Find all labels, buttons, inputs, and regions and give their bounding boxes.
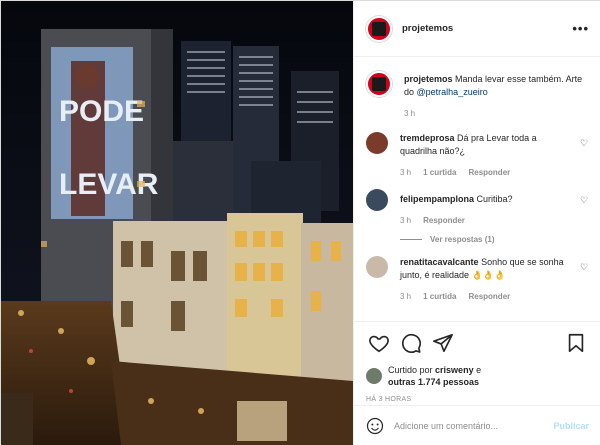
reply-button[interactable]: Responder: [468, 166, 510, 179]
comment-username[interactable]: felipempamplona: [400, 194, 474, 204]
comment-likes[interactable]: 1 curtida: [423, 290, 456, 303]
heart-outline-icon[interactable]: ♡: [579, 256, 589, 303]
caption: projetemos Manda levar esse também. Arte…: [366, 71, 589, 120]
avatar[interactable]: [366, 368, 382, 384]
liked-by-user[interactable]: crisweny: [435, 365, 474, 375]
caption-mention[interactable]: @petralha_zueiro: [417, 87, 488, 97]
comment-time[interactable]: 3 h: [400, 214, 411, 227]
night-city-photo: PODE LEVAR: [1, 1, 353, 445]
replies-divider: [400, 239, 422, 240]
comment-input[interactable]: [394, 420, 554, 431]
publish-button[interactable]: Publicar: [553, 421, 589, 431]
ellipsis-icon[interactable]: •••: [572, 21, 589, 36]
caption-username[interactable]: projetemos: [404, 74, 453, 84]
comments-list[interactable]: projetemos Manda levar esse também. Arte…: [354, 57, 600, 321]
bookmark-icon[interactable]: [563, 332, 589, 354]
reply-button[interactable]: Responder: [468, 290, 510, 303]
list-item: renatitacavalcante Sonho que se sonha ju…: [366, 256, 589, 303]
view-replies-label: Ver respostas (1): [430, 235, 495, 244]
liked-by-middle: e: [476, 365, 482, 375]
liked-by-others[interactable]: outras 1.774 pessoas: [388, 377, 479, 387]
action-bar: Curtido por crisweny e outras 1.774 pess…: [354, 321, 600, 403]
paper-plane-icon[interactable]: [430, 332, 456, 354]
post-header: projetemos •••: [354, 1, 600, 57]
comment-time[interactable]: 3 h: [400, 290, 411, 303]
comment-icon[interactable]: [398, 332, 424, 354]
post-timestamp[interactable]: HÁ 3 HORAS: [366, 396, 589, 403]
post-username[interactable]: projetemos: [402, 23, 572, 34]
comment-username[interactable]: tremdeprosa: [400, 133, 455, 143]
avatar[interactable]: [366, 15, 392, 42]
heart-outline-icon[interactable]: [366, 332, 392, 354]
caption-time[interactable]: 3 h: [404, 107, 415, 120]
post-dialog: PODE LEVAR projetemos ••• projetemos Man…: [0, 0, 600, 445]
comment-time[interactable]: 3 h: [400, 166, 411, 179]
list-item: tremdeprosa Dá pra Levar toda a quadrilh…: [366, 132, 589, 179]
avatar[interactable]: [366, 132, 388, 154]
smiley-icon[interactable]: [366, 417, 384, 435]
view-replies-button[interactable]: Ver respostas (1): [400, 235, 589, 244]
post-side-panel: projetemos ••• projetemos Manda levar es…: [353, 1, 600, 445]
liked-by-prefix: Curtido por: [388, 365, 433, 375]
projection-word-1: PODE: [59, 95, 144, 128]
list-item: felipempamplona Curitiba? 3 h Responder …: [366, 189, 589, 227]
heart-outline-icon[interactable]: ♡: [579, 132, 589, 179]
comment-username[interactable]: renatitacavalcante: [400, 257, 479, 267]
icon-bar: [366, 330, 589, 356]
avatar[interactable]: [366, 256, 388, 278]
comment-likes[interactable]: 1 curtida: [423, 166, 456, 179]
add-comment-bar: Publicar: [354, 405, 600, 445]
heart-outline-icon[interactable]: ♡: [579, 189, 589, 227]
reply-button[interactable]: Responder: [423, 214, 465, 227]
avatar[interactable]: [366, 189, 388, 211]
caption-avatar[interactable]: [366, 71, 392, 97]
likes-summary: Curtido por crisweny e outras 1.774 pess…: [366, 364, 589, 388]
comment-text: Curitiba?: [476, 194, 513, 204]
post-photo[interactable]: PODE LEVAR: [1, 1, 353, 445]
